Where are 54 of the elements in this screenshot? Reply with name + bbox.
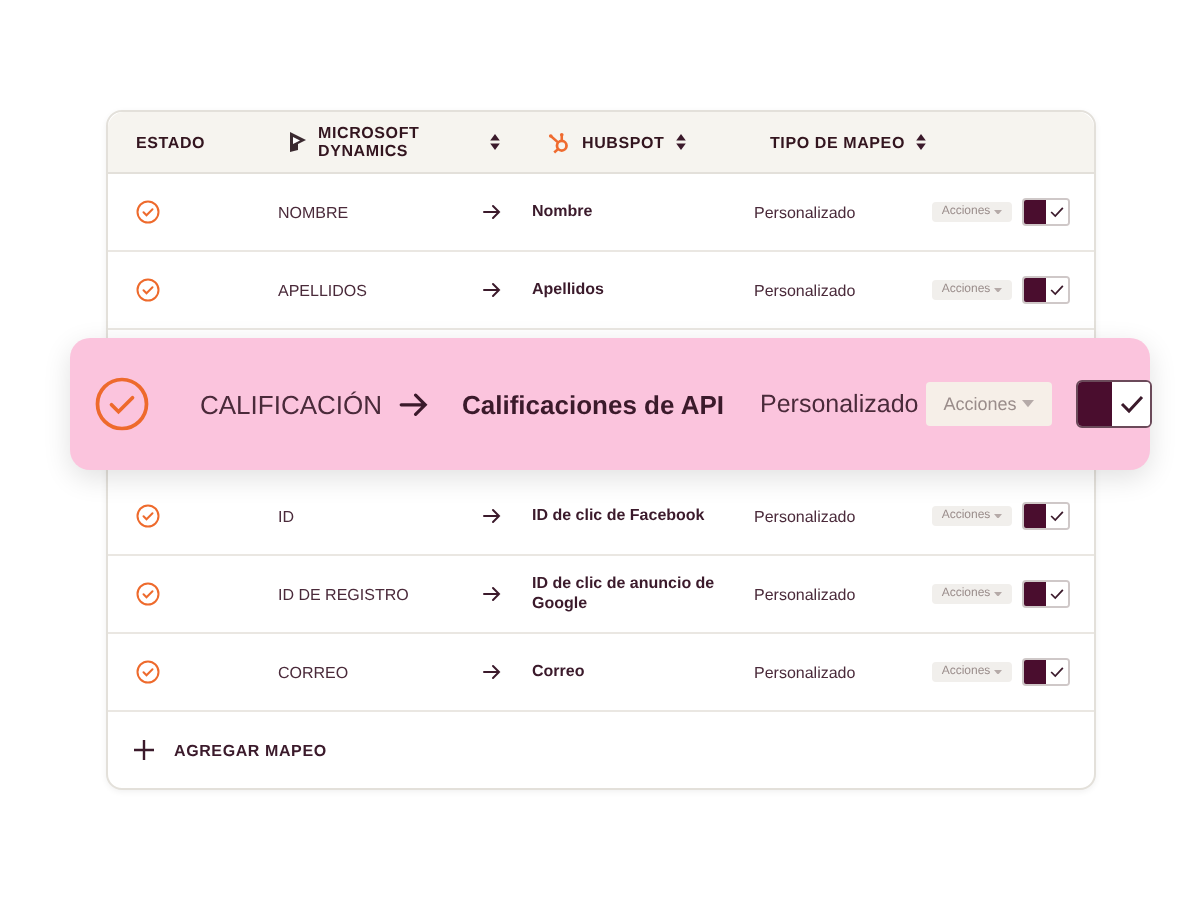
source-field: APELLIDOS (278, 281, 482, 299)
arrow-icon (482, 204, 502, 220)
arrow-icon (482, 508, 502, 524)
check-circle-icon (136, 660, 160, 684)
check-icon (1050, 588, 1064, 600)
check-icon (1119, 394, 1143, 414)
arrow-icon (398, 391, 430, 417)
arrow-icon (482, 282, 502, 298)
arrow-icon (482, 664, 502, 680)
column-header: ESTADO (136, 133, 206, 151)
target-field: ID de clic de Facebook (532, 506, 754, 526)
mapping-type: Personalizado (754, 281, 858, 299)
check-icon (1050, 284, 1064, 296)
source-field: ID (278, 507, 482, 525)
toggle-switch[interactable] (1076, 380, 1152, 428)
sort-icon[interactable] (490, 134, 500, 150)
dynamics-logo-icon (290, 132, 306, 152)
check-circle-icon (136, 278, 160, 302)
check-circle-icon (136, 504, 160, 528)
source-field: CORREO (278, 663, 482, 681)
caret-icon (994, 591, 1003, 597)
source-field: NOMBRE (278, 203, 482, 221)
mapping-type: Personalizado (754, 585, 858, 603)
check-icon (1050, 510, 1064, 522)
caret-icon (994, 209, 1003, 215)
target-field: Correo (532, 662, 754, 682)
sort-icon[interactable] (676, 134, 687, 150)
arrow-icon (482, 586, 502, 602)
caret-icon (994, 287, 1003, 293)
column-header: HUBSPOT (582, 133, 665, 151)
check-circle-icon (136, 200, 160, 224)
check-icon (1050, 206, 1064, 218)
check-icon (1050, 666, 1064, 678)
caret-icon (1022, 400, 1035, 408)
caret-icon (994, 513, 1003, 519)
mapping-type: Personalizado (760, 390, 921, 418)
caret-icon (994, 669, 1003, 675)
hubspot-logo-icon (548, 131, 570, 153)
plus-icon[interactable] (134, 740, 154, 760)
target-field: Calificaciones de API (462, 389, 760, 419)
check-circle-icon (94, 376, 150, 432)
column-header: MICROSOFT DYNAMICS (318, 124, 422, 160)
column-header: TIPO DE MAPEO (770, 133, 905, 151)
source-field: CALIFICACIÓN (200, 389, 398, 419)
mapping-type: Personalizado (754, 663, 858, 681)
target-field: Apellidos (532, 280, 754, 300)
mapping-type: Personalizado (754, 203, 858, 221)
check-circle-icon (136, 582, 160, 606)
target-field: ID de clic de anuncio de Google (532, 574, 754, 614)
source-field: ID DE REGISTRO (278, 585, 482, 603)
sort-icon[interactable] (916, 134, 927, 150)
mapping-type: Personalizado (754, 507, 858, 525)
add-mapping-link[interactable]: AGREGAR MAPEO (174, 741, 327, 759)
target-field: Nombre (532, 202, 754, 222)
